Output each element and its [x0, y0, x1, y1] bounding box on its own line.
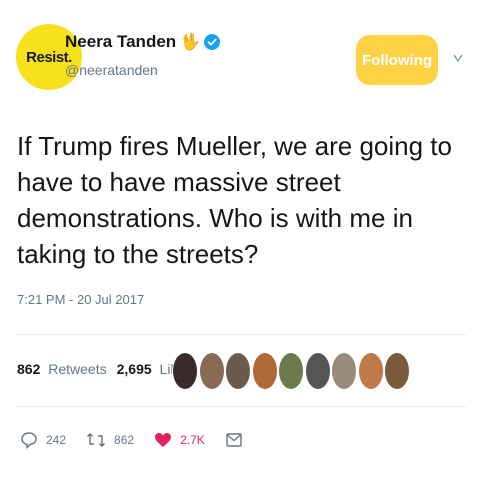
liker-avatars [172, 352, 411, 390]
retweet-action[interactable]: 862 [86, 431, 134, 449]
author-handle[interactable]: @neeratanden [65, 62, 158, 78]
direct-message-action[interactable] [225, 431, 251, 449]
liker-avatar[interactable] [384, 352, 410, 390]
retweet-icon [87, 433, 106, 447]
author-name[interactable]: Neera Tanden [65, 32, 176, 52]
author-name-row: Neera Tanden 🖖 [65, 32, 221, 52]
reply-icon [21, 432, 37, 449]
reply-action[interactable]: 242 [20, 431, 66, 449]
following-button[interactable]: Following [356, 35, 438, 85]
retweets-count: 862 [17, 361, 41, 377]
divider [16, 406, 466, 407]
liker-avatar[interactable] [278, 352, 304, 390]
retweets-stat[interactable]: 862 Retweets [17, 361, 107, 377]
verified-badge-icon [204, 34, 221, 50]
retweet-count: 862 [114, 433, 135, 447]
liker-avatar[interactable] [357, 352, 384, 390]
tweet-text: If Trump fires Mueller, we are going to … [17, 131, 452, 269]
chevron-down-icon[interactable] [452, 52, 464, 64]
liker-avatar[interactable] [304, 352, 331, 390]
liker-avatar[interactable] [331, 352, 357, 390]
vulcan-salute-icon: 🖖 [180, 34, 201, 51]
liker-avatar[interactable] [172, 352, 198, 390]
tweet-actions: 242 862 2.7K [20, 431, 271, 449]
reply-count: 242 [46, 433, 67, 447]
envelope-icon [226, 433, 242, 447]
likes-count: 2,695 [116, 361, 152, 377]
liker-avatar[interactable] [251, 352, 278, 390]
liker-avatar[interactable] [198, 352, 225, 390]
retweets-label: Retweets [48, 361, 107, 377]
tweet-timestamp[interactable]: 7:21 PM - 20 Jul 2017 [17, 292, 144, 307]
liker-avatar[interactable] [225, 352, 251, 390]
heart-icon [155, 433, 172, 447]
like-action[interactable]: 2.7K [154, 431, 205, 449]
like-count: 2.7K [180, 433, 205, 447]
divider [16, 334, 466, 335]
